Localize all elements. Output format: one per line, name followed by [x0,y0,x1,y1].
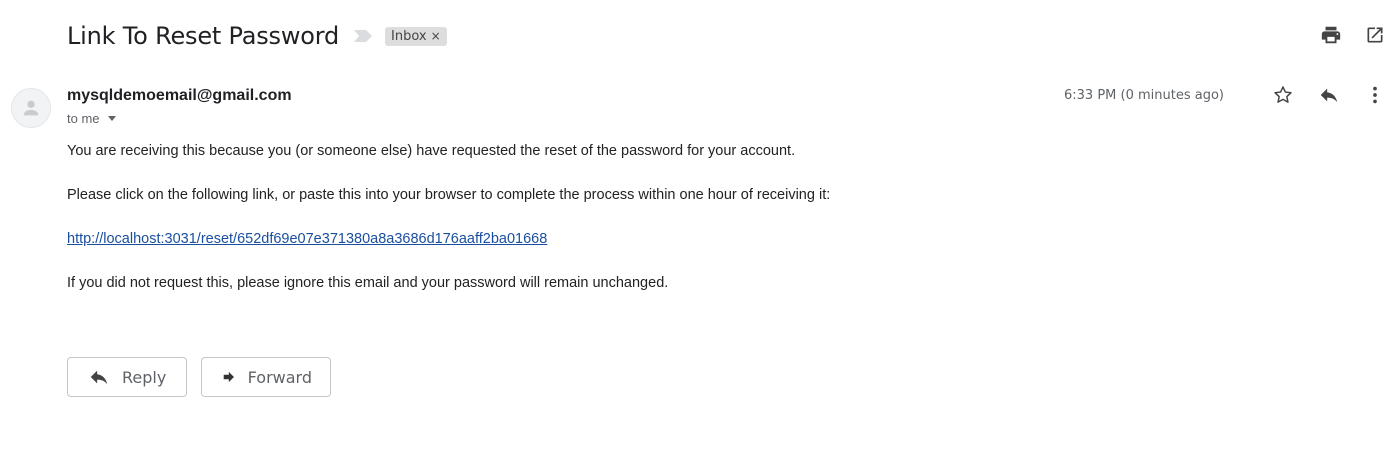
message-actions: 6:33 PM (0 minutes ago) [1064,84,1386,106]
message-timestamp: 6:33 PM (0 minutes ago) [1064,87,1224,103]
recipient-details[interactable]: to me [67,111,116,126]
reply-button[interactable]: Reply [67,357,187,397]
reply-forward-row: Reply Forward [67,357,331,397]
forward-button[interactable]: Forward [201,357,331,397]
body-paragraph-3: If you did not request this, please igno… [67,275,669,291]
star-icon[interactable] [1272,84,1294,106]
inbox-label-chip: Inbox × [385,26,447,46]
thread-actions [1320,24,1386,46]
reply-button-label: Reply [122,367,167,387]
body-link-paragraph: http://localhost:3031/reset/652df69e07e3… [67,230,1267,248]
subject-row: Link To Reset Password Inbox × [67,16,447,56]
more-vert-icon[interactable] [1364,84,1386,106]
importance-marker-icon[interactable] [353,29,373,43]
reply-icon [90,370,108,385]
recipient-label: to me [67,111,100,126]
open-in-new-window-icon[interactable] [1364,24,1386,46]
remove-label-button[interactable]: × [431,29,441,43]
reply-icon[interactable] [1318,84,1340,106]
label-text: Inbox [391,28,427,44]
sender-avatar[interactable] [11,88,51,128]
forward-icon [223,371,234,383]
reset-password-link[interactable]: http://localhost:3031/reset/652df69e07e3… [67,231,547,247]
body-paragraph-1: You are receiving this because you (or s… [67,143,796,159]
email-body: You are receiving this because you (or s… [67,142,1267,318]
email-subject: Link To Reset Password [67,22,340,50]
print-icon[interactable] [1320,24,1342,46]
person-icon [23,100,39,116]
sender-address[interactable]: mysqldemoemail@gmail.com [67,87,292,105]
body-paragraph-2: Please click on the following link, or p… [67,187,831,203]
email-view: Link To Reset Password Inbox × mysqldemo… [0,0,1400,449]
forward-button-label: Forward [247,367,312,387]
chevron-down-icon[interactable] [107,116,116,121]
